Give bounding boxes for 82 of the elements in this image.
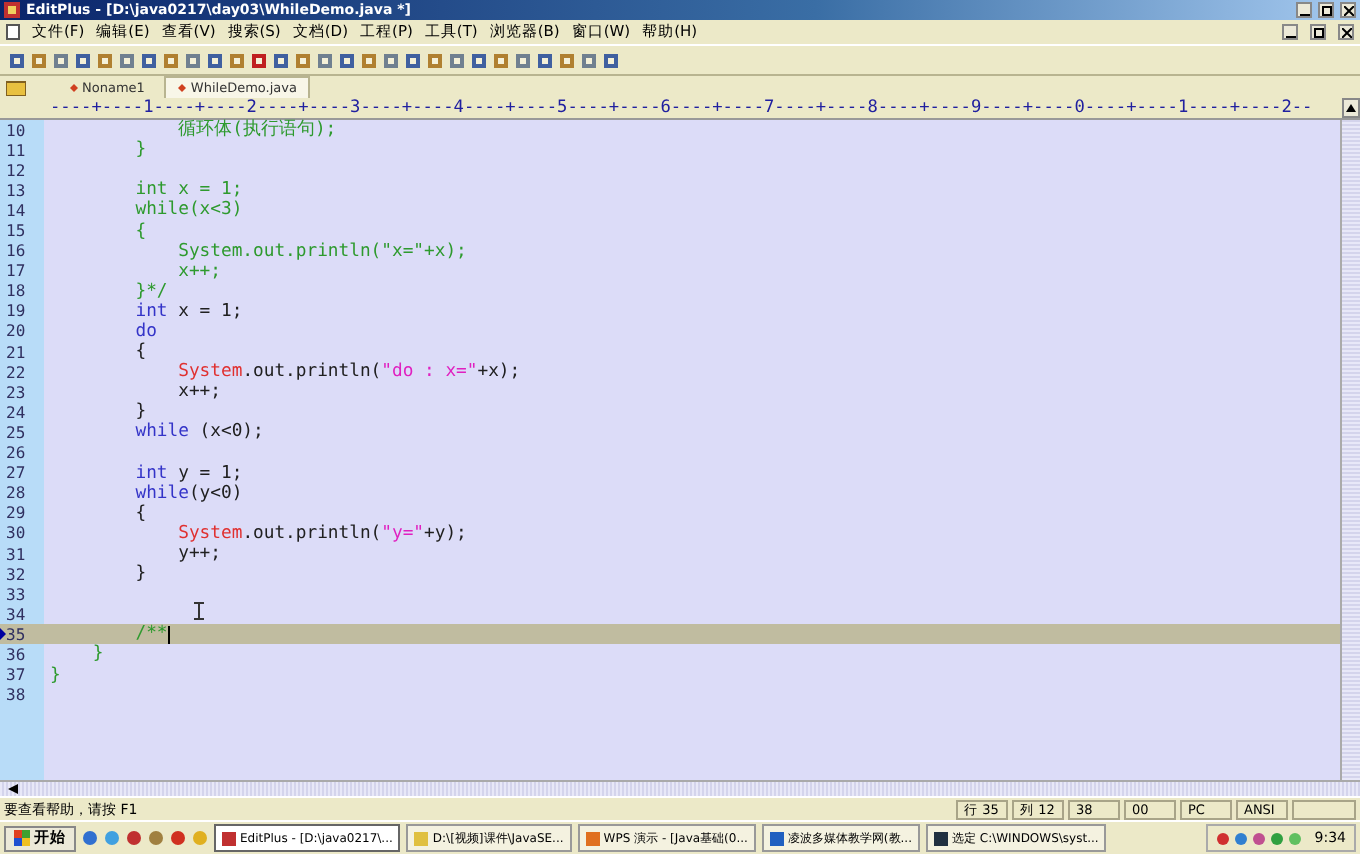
code-line: while (x<0);	[133, 422, 264, 443]
code-line: int y = 1;	[133, 463, 243, 484]
line-number: 26	[6, 444, 28, 463]
app-icon	[4, 2, 20, 18]
line-number: 15	[6, 222, 28, 241]
line-number: 17	[6, 262, 28, 281]
line-number: 16	[6, 242, 28, 261]
code-line: }*/	[133, 281, 168, 302]
line-number: 22	[6, 363, 28, 382]
text-cursor-icon	[194, 602, 204, 620]
line-number: 27	[6, 464, 28, 483]
text-caret	[167, 625, 170, 644]
line-number: 23	[6, 383, 28, 402]
restore-button[interactable]	[1310, 24, 1326, 40]
line-number: 11	[6, 141, 28, 160]
close-button[interactable]	[1340, 2, 1356, 18]
line-number: 12	[6, 161, 28, 180]
app-icon	[585, 831, 600, 845]
vertical-scrollbar[interactable]	[1340, 120, 1360, 780]
line-number: 32	[6, 565, 28, 584]
minimize-button[interactable]	[1282, 24, 1298, 40]
line-number: 25	[6, 423, 28, 442]
code-line: x++;	[176, 382, 221, 403]
app-icon	[769, 831, 784, 845]
code-line: {	[133, 342, 147, 363]
left-arrow-icon[interactable]	[8, 784, 18, 794]
code-line: }	[133, 140, 147, 161]
windows-logo-icon	[14, 830, 30, 846]
app-icon	[222, 831, 236, 845]
column-ruler: ----+----1----+----2----+----3----+----4----+----5----+----6----+----7----+----8----+----9----+----0----+----1----+----2--	[50, 98, 1315, 118]
line-number: 14	[6, 201, 28, 220]
maximize-button[interactable]	[1318, 2, 1334, 18]
line-number: 35	[6, 625, 28, 644]
code-line: }	[133, 564, 147, 585]
line-number: 10	[6, 121, 28, 140]
code-line: do	[133, 321, 157, 342]
line-number: 21	[6, 343, 28, 362]
app-icon	[414, 831, 429, 845]
line-number: 30	[6, 524, 28, 543]
line-number: 24	[6, 403, 28, 422]
up-arrow-icon	[1346, 104, 1356, 112]
close-icon	[1341, 27, 1351, 37]
code-line: /**	[133, 624, 168, 645]
line-number: 20	[6, 322, 28, 341]
status-field	[1292, 799, 1356, 819]
code-line: x++;	[176, 261, 221, 282]
code-line: int x = 1;	[133, 180, 243, 201]
line-number: 13	[6, 181, 28, 200]
code-line: System.out.println("x="+x);	[176, 241, 467, 262]
line-number: 19	[6, 302, 28, 321]
line-number: 37	[6, 666, 28, 685]
diamond-icon	[178, 84, 187, 92]
line-number: 33	[6, 585, 28, 604]
line-number: 34	[6, 605, 28, 624]
code-line: System.out.println("do : x="+x);	[176, 362, 521, 383]
code-line: {	[133, 221, 147, 242]
current-line-marker	[0, 628, 6, 641]
horizontal-scrollbar[interactable]	[0, 780, 1360, 796]
line-number: 18	[6, 282, 28, 301]
code-line: 循环体(执行语句);	[176, 120, 337, 141]
code-line: int x = 1;	[133, 301, 243, 322]
code-line: y++;	[176, 544, 221, 565]
code-line: }	[90, 644, 104, 665]
code-line: }	[50, 665, 61, 686]
maximize-icon	[1321, 5, 1331, 15]
line-number: 29	[6, 504, 28, 523]
code-line: }	[133, 402, 147, 423]
diamond-icon	[70, 84, 78, 92]
line-number: 28	[6, 484, 28, 503]
code-line: while(y<0)	[133, 483, 243, 504]
line-number: 38	[6, 686, 28, 705]
line-number: 31	[6, 545, 28, 564]
line-number: 36	[6, 645, 28, 664]
code-line: {	[133, 503, 147, 524]
close-button[interactable]	[1338, 24, 1354, 40]
restore-icon	[1313, 27, 1323, 37]
close-icon	[1343, 5, 1353, 15]
code-line: while(x<3)	[133, 200, 243, 221]
app-icon	[933, 831, 948, 845]
code-line: System.out.println("y="+y);	[176, 523, 467, 544]
scroll-up-button[interactable]	[1342, 98, 1360, 118]
minimize-button[interactable]	[1296, 2, 1312, 18]
